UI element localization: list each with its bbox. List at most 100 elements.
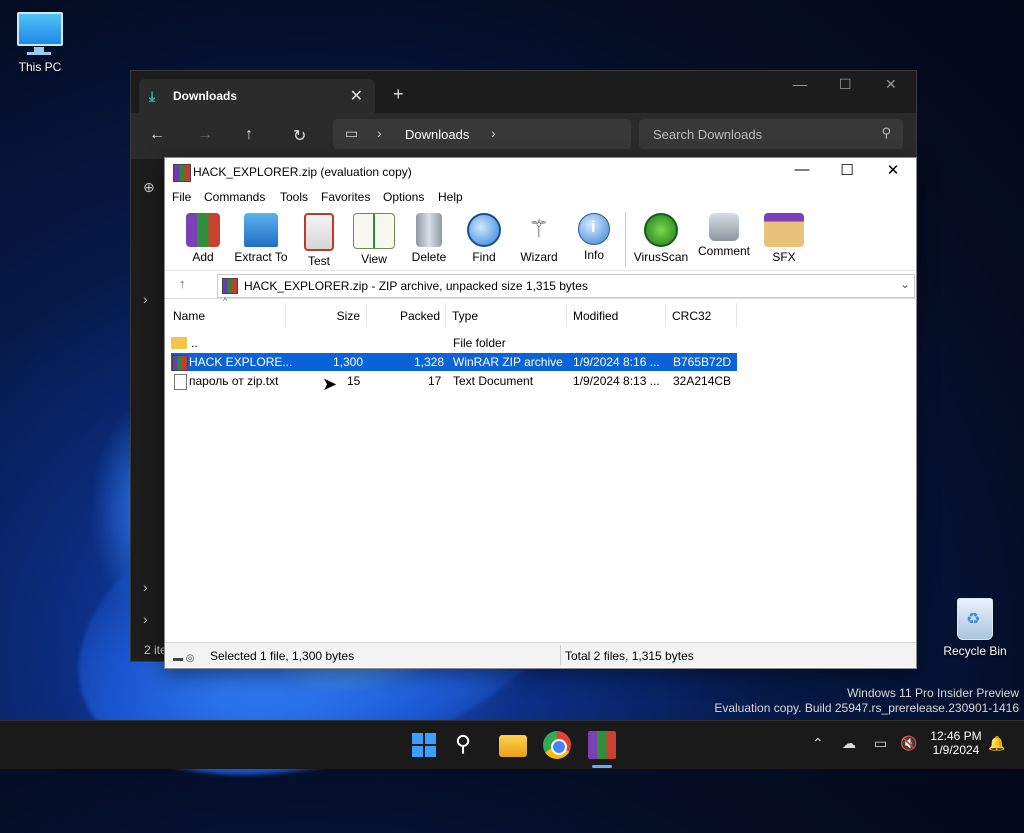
refresh-icon[interactable]: ↻ [293,126,306,146]
file-crc: 32A214CB [673,374,732,388]
menu-bar: File Commands Tools Favorites Options He… [165,186,916,208]
toolbar-label: Add [192,250,214,264]
menu-favorites[interactable]: Favorites [321,190,370,204]
back-arrow-icon[interactable]: ← [149,126,165,144]
list-item[interactable]: пароль от zip.txt 15 17 Text Document 1/… [171,372,737,390]
file-name: HACK EXPLORE... [189,355,293,369]
list-item[interactable]: .. File folder [171,334,737,352]
chevron-up-icon[interactable]: ⌃ [812,735,824,752]
column-header-size[interactable]: Size [286,303,367,327]
window-title: HACK_EXPLORER.zip (evaluation copy) [193,165,412,179]
start-windows-icon[interactable] [410,731,438,759]
chevron-right-icon[interactable]: › [143,611,148,627]
wand-icon: ⚚ [528,216,550,243]
file-crc: B765B72D [673,355,732,369]
test-clipboard-icon [304,213,334,251]
maximize-icon[interactable]: ☐ [833,161,861,179]
sfx-button[interactable]: SFX [754,210,814,264]
explorer-tab-label: Downloads [173,89,238,103]
chevron-down-icon[interactable]: ⌄ [900,277,910,291]
zip-icon [222,278,238,294]
winrar-window: HACK_EXPLORER.zip (evaluation copy) — ☐ … [164,157,917,669]
search-icon[interactable]: ⚲ [455,731,483,759]
address-label[interactable]: Downloads [405,127,469,142]
info-icon: i [578,213,610,245]
add-button[interactable]: Add [173,210,233,264]
archive-path-dropdown[interactable]: HACK_EXPLORER.zip - ZIP archive, unpacke… [217,274,915,298]
virusscan-button[interactable]: VirusScan [631,210,691,264]
volume-muted-icon[interactable]: 🔇 [900,735,917,752]
toolbar-label: Wizard [520,250,558,264]
chevron-right-icon[interactable]: › [143,291,148,307]
column-header-label: Packed [399,309,440,323]
computer-icon: ▭ [345,125,359,141]
desktop-icon-recycle-bin[interactable]: ♻ Recycle Bin [935,598,1015,658]
column-header-modified[interactable]: Modified [567,303,666,327]
search-box[interactable]: Search Downloads ⚲ [639,119,903,149]
toolbar-label: Extract To [234,250,288,264]
bug-icon [644,213,678,247]
explorer-tab-downloads[interactable]: ⤓ Downloads ✕ [139,79,375,113]
menu-tools[interactable]: Tools [280,190,308,204]
status-divider [560,645,561,665]
magnifier-icon [467,213,501,247]
chevron-right-icon[interactable]: › [491,125,496,141]
comment-button[interactable]: Comment [694,210,754,258]
folder-icon [171,337,187,349]
status-bar: ▬ ◎ Selected 1 file, 1,300 bytes Total 2… [165,642,916,667]
new-tab-button[interactable]: + [393,84,404,105]
address-bar[interactable]: ▭ › Downloads › [333,119,631,149]
file-size: 15 [347,374,361,388]
menu-commands[interactable]: Commands [204,190,265,204]
chevron-right-icon[interactable]: › [377,125,382,141]
view-button[interactable]: View [344,210,404,266]
up-arrow-icon[interactable]: ↑ [245,126,253,144]
toolbar-label: Comment [697,244,750,258]
close-icon[interactable]: ✕ [885,76,897,93]
clock[interactable]: 12:46 PM 1/9/2024 [924,729,988,757]
column-header-crc32[interactable]: CRC32 [666,303,737,327]
find-button[interactable]: Find [454,210,514,264]
notification-bell-icon[interactable]: 🔔 [988,735,1005,752]
info-button[interactable]: i Info [564,210,624,262]
minimize-icon[interactable]: — [788,161,816,178]
add-icon[interactable]: ⊕ [143,179,155,196]
column-header-packed[interactable]: Packed [367,303,446,327]
mouse-cursor-icon: ➤ [322,374,338,394]
chevron-right-icon[interactable]: › [143,579,148,595]
watermark-line1: Windows 11 Pro Insider Preview [847,686,1019,700]
desktop-icon-label: Recycle Bin [943,644,1007,658]
column-header-type[interactable]: Type [446,303,567,327]
minimize-icon[interactable]: — [793,76,807,92]
up-arrow-icon[interactable]: ↑ [179,276,186,291]
clock-time: 12:46 PM [930,729,982,743]
desktop-icon-this-pc[interactable]: This PC [0,12,80,74]
toolbar-label: View [361,252,387,266]
forward-arrow-icon[interactable]: → [197,126,213,144]
file-packed: 17 [428,374,442,388]
cloud-offline-icon[interactable]: ☁ [842,735,856,752]
wizard-button[interactable]: ⚚ Wizard [509,210,569,264]
delete-button[interactable]: Delete [399,210,459,264]
chrome-icon[interactable] [543,731,571,759]
monitor-icon [17,12,63,55]
extract-to-button[interactable]: Extract To [231,210,291,264]
file-type: Text Document [453,374,534,388]
menu-file[interactable]: File [172,190,191,204]
winrar-taskbar-icon[interactable] [588,731,616,759]
test-button[interactable]: Test [289,210,349,268]
file-modified: 1/9/2024 8:13 ... [573,374,660,388]
close-icon[interactable]: ✕ [879,161,907,179]
close-tab-icon[interactable]: ✕ [350,86,363,106]
toolbar-label: Find [472,250,496,264]
toolbar-separator [625,212,626,266]
menu-options[interactable]: Options [383,190,424,204]
toolbar-label: SFX [772,250,796,264]
menu-help[interactable]: Help [438,190,463,204]
file-explorer-icon[interactable] [499,735,527,757]
list-item[interactable]: HACK EXPLORE... 1,300 1,328 WinRAR ZIP a… [171,353,737,371]
maximize-icon[interactable]: ☐ [839,76,852,93]
network-icon[interactable]: ▭ [874,735,887,752]
column-header-name[interactable]: Name [165,303,286,327]
archive-path-text: HACK_EXPLORER.zip - ZIP archive, unpacke… [244,279,588,293]
